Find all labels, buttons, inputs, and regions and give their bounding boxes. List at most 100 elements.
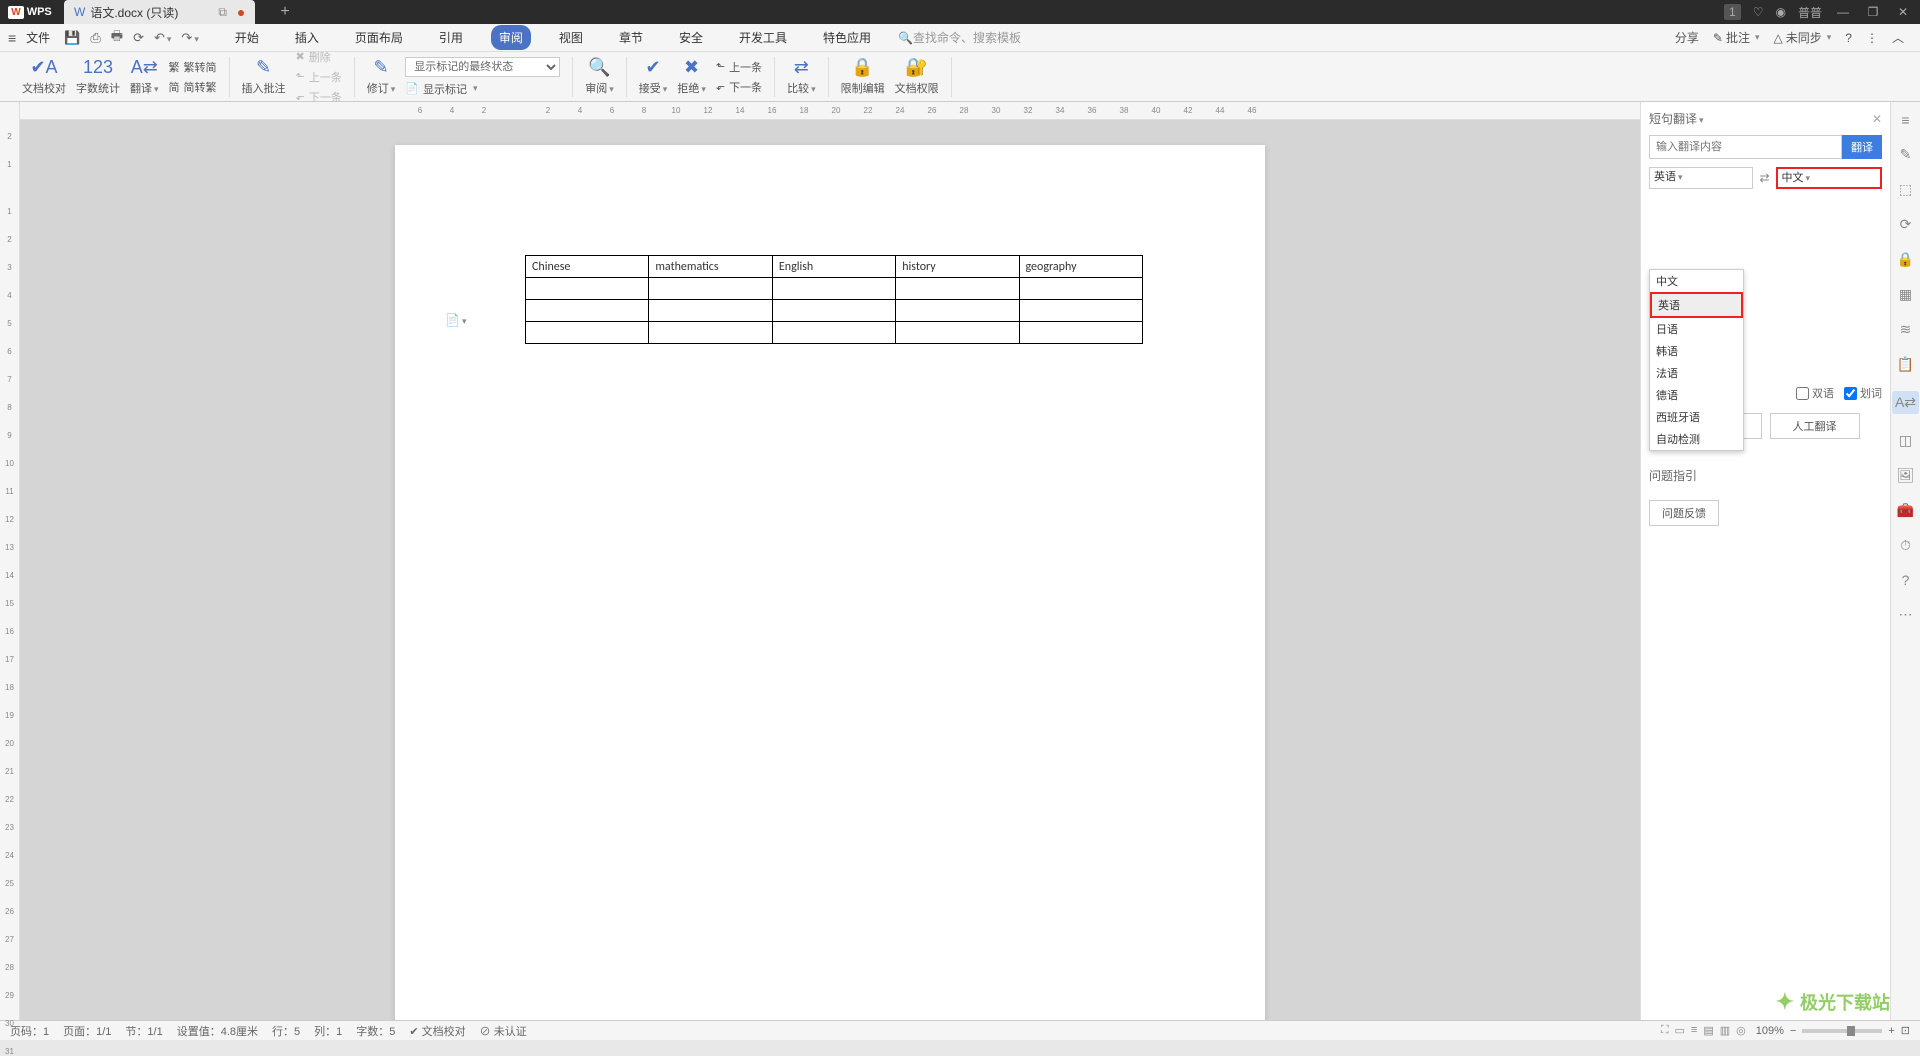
table-cell[interactable]: mathematics	[649, 256, 773, 278]
strip-settings-icon[interactable]: ≡	[1901, 112, 1909, 128]
prev-change-button[interactable]: ⬑上一条	[716, 59, 762, 75]
zoom-value[interactable]: 109%	[1756, 1025, 1784, 1037]
wordsep-checkbox[interactable]: 划词	[1844, 385, 1882, 401]
jian2fan-button[interactable]: 简简转繁	[169, 79, 217, 95]
strip-select-icon[interactable]: ⬚	[1899, 181, 1912, 198]
collapse-ribbon-icon[interactable]: ︿	[1892, 29, 1904, 46]
table-cell[interactable]: geography	[1019, 256, 1143, 278]
tab-modified-dot[interactable]: ●	[237, 4, 245, 20]
show-markup-button[interactable]: 📄显示标记	[405, 81, 560, 97]
strip-lock-icon[interactable]: 🔒	[1897, 251, 1914, 268]
strip-help-icon[interactable]: ?	[1902, 572, 1910, 588]
user-name[interactable]: 普普	[1798, 4, 1822, 21]
document-tab[interactable]: W 语文.docx (只读) ⧉ ●	[64, 0, 255, 24]
reject-button[interactable]: ✖拒绝	[677, 57, 706, 96]
prev-comment-button[interactable]: ⬑上一条	[296, 69, 342, 85]
maximize-button[interactable]: ❐	[1864, 5, 1882, 19]
to-language-select[interactable]: 中文	[1776, 167, 1882, 189]
refresh-icon[interactable]: ⟳	[133, 30, 144, 46]
revise-button[interactable]: ✎修订	[367, 57, 396, 96]
delete-comment-button[interactable]: ✖删除	[296, 49, 342, 65]
panel-close-icon[interactable]: ✕	[1872, 112, 1882, 126]
compare-button[interactable]: ⇄比较	[787, 57, 816, 96]
tab-duplicate-icon[interactable]: ⧉	[218, 5, 227, 20]
doc-permissions-button[interactable]: 🔐文档权限	[895, 57, 939, 96]
lang-option[interactable]: 韩语	[1650, 340, 1743, 362]
lang-option[interactable]: 日语	[1650, 318, 1743, 340]
hamburger-icon[interactable]: ≡	[8, 30, 16, 46]
undo-icon[interactable]: ↶	[154, 30, 171, 46]
file-menu[interactable]: 文件	[26, 29, 50, 46]
zoom-in-icon[interactable]: +	[1888, 1025, 1894, 1037]
sync-status[interactable]: △ 未同步	[1774, 29, 1832, 46]
page-side-icon[interactable]: 📄	[445, 313, 466, 327]
tab-review[interactable]: 审阅	[491, 25, 531, 50]
status-page[interactable]: 页面：1/1	[63, 1023, 111, 1039]
help-icon[interactable]: ?	[1845, 31, 1852, 45]
tab-reference[interactable]: 引用	[431, 25, 471, 50]
tab-special[interactable]: 特色应用	[815, 25, 879, 50]
lang-option[interactable]: 西班牙语	[1650, 406, 1743, 428]
lang-option[interactable]: 英语	[1650, 292, 1743, 318]
next-change-button[interactable]: ⬐下一条	[716, 79, 762, 95]
markup-state-select[interactable]: 显示标记的最终状态	[405, 57, 560, 77]
lang-option[interactable]: 自动检测	[1650, 428, 1743, 450]
tab-layout[interactable]: 页面布局	[347, 25, 411, 50]
status-row[interactable]: 行：5	[272, 1023, 300, 1039]
close-button[interactable]: ✕	[1894, 5, 1912, 19]
save-icon[interactable]: 💾	[64, 30, 80, 46]
view-focus-icon[interactable]: ◎	[1736, 1024, 1746, 1037]
translate-submit-button[interactable]: 翻译	[1842, 135, 1882, 159]
share-button[interactable]: 分享	[1675, 29, 1699, 46]
print-preview-icon[interactable]: 🖶	[111, 27, 123, 49]
bilingual-checkbox[interactable]: 双语	[1796, 385, 1834, 401]
document-area[interactable]: 6422468101214161820222426283032343638404…	[20, 102, 1640, 1020]
search-commands[interactable]: 🔍 查找命令、搜索模板	[898, 29, 1021, 46]
tab-developer[interactable]: 开发工具	[731, 25, 795, 50]
tab-view[interactable]: 视图	[551, 25, 591, 50]
notification-badge[interactable]: 1	[1724, 4, 1741, 20]
status-setvalue[interactable]: 设置值：4.8厘米	[177, 1023, 258, 1039]
strip-clock-icon[interactable]: ⏱	[1900, 537, 1911, 554]
restrict-edit-button[interactable]: 🔒限制编辑	[841, 57, 885, 96]
tab-start[interactable]: 开始	[227, 25, 267, 50]
more-icon[interactable]: ⋮	[1866, 31, 1878, 45]
heart-icon[interactable]: ♡	[1753, 5, 1764, 19]
redo-icon[interactable]: ↷	[181, 30, 198, 46]
insert-comment-button[interactable]: ✎插入批注	[242, 57, 286, 96]
status-col[interactable]: 列：1	[314, 1023, 342, 1039]
view-read-icon[interactable]: ▥	[1720, 1024, 1730, 1037]
lang-option[interactable]: 德语	[1650, 384, 1743, 406]
zoom-fit-icon[interactable]: ⊡	[1901, 1024, 1910, 1037]
feedback-button[interactable]: 问题反馈	[1649, 500, 1719, 526]
strip-layout-icon[interactable]: ◫	[1899, 432, 1912, 449]
strip-translate-icon[interactable]: A⇄	[1892, 391, 1919, 414]
review-pane-button[interactable]: 🔍审阅	[585, 57, 614, 96]
strip-image-icon[interactable]: 🖼	[1897, 467, 1915, 484]
print-icon[interactable]: ⎙	[90, 30, 100, 46]
strip-toolbox-icon[interactable]: 🧰	[1897, 502, 1914, 519]
table-cell[interactable]: Chinese	[526, 256, 649, 278]
table-cell[interactable]: history	[896, 256, 1019, 278]
minimize-button[interactable]: —	[1834, 5, 1852, 19]
comment-button[interactable]: ✎ 批注	[1713, 29, 1760, 46]
status-unverified[interactable]: ⊘ 未认证	[480, 1023, 527, 1039]
table-cell[interactable]: English	[772, 256, 895, 278]
from-language-select[interactable]: 英语	[1649, 167, 1753, 189]
view-print-icon[interactable]: ▭	[1675, 1024, 1685, 1037]
lang-option[interactable]: 中文	[1650, 270, 1743, 292]
strip-flow-icon[interactable]: ≋	[1900, 321, 1912, 338]
fullscreen-icon[interactable]: ⛶	[1661, 1024, 1669, 1037]
status-section[interactable]: 节：1/1	[125, 1023, 162, 1039]
word-count-button[interactable]: 123字数统计	[76, 57, 120, 96]
strip-refresh-icon[interactable]: ⟳	[1900, 216, 1912, 233]
accept-button[interactable]: ✔接受	[639, 57, 668, 96]
new-tab-button[interactable]: +	[280, 3, 289, 21]
status-proof[interactable]: ✔ 文档校对	[409, 1023, 465, 1039]
document-table[interactable]: Chinese mathematics English history geog…	[525, 255, 1143, 344]
doc-proof-button[interactable]: ✔A文档校对	[22, 57, 66, 96]
lang-option[interactable]: 法语	[1650, 362, 1743, 384]
tab-security[interactable]: 安全	[671, 25, 711, 50]
swap-languages-icon[interactable]: ⇄	[1759, 171, 1769, 185]
zoom-slider[interactable]	[1802, 1029, 1882, 1033]
